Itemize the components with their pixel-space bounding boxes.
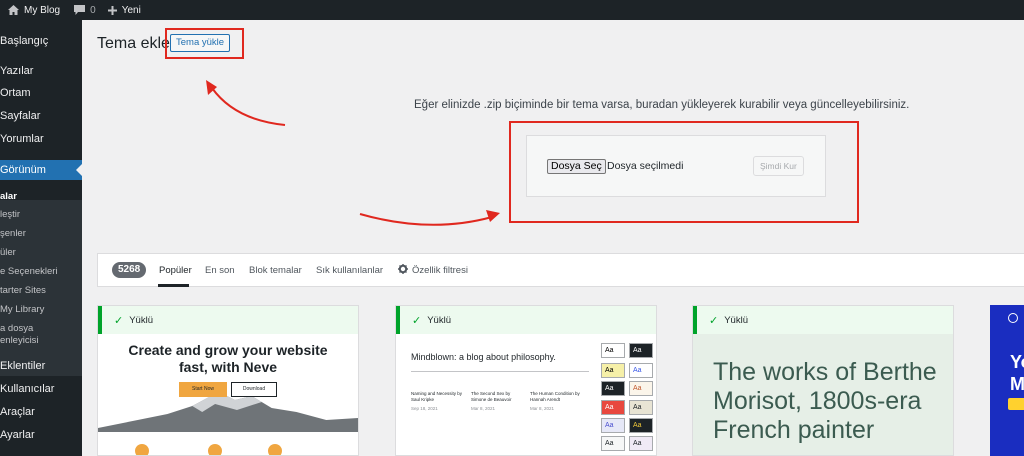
submenu-item-customize[interactable]: leştir	[0, 209, 82, 220]
headline-line: Ma	[1010, 374, 1024, 394]
installed-label: Yüklü	[129, 314, 153, 326]
comments-count: 0	[90, 4, 96, 16]
style-swatch: Aa	[629, 418, 653, 433]
preview-post-title: The Human Condition by Hannah Arendt	[530, 391, 580, 402]
theme-filter-bar: 5268 Popüler En son Blok temalar Sık kul…	[97, 253, 1024, 287]
site-name: My Blog	[24, 4, 61, 16]
menu-item-pages[interactable]: Sayfalar	[0, 110, 82, 122]
comments-link[interactable]: 0	[68, 0, 102, 20]
theme-card-astra[interactable]: Yo Ma	[990, 305, 1024, 456]
preview-post-date: Mar 8, 2021	[530, 406, 555, 411]
preview-post-date: Mar 8, 2021	[471, 406, 496, 411]
preview-start-button: Start Now	[179, 382, 227, 397]
theme-card-neve[interactable]: ✓ Yüklü Create and grow your website fas…	[97, 305, 359, 456]
home-icon	[8, 5, 19, 15]
logo-icon	[1008, 313, 1018, 323]
preview-post-title: Naming and Necessity by Saul Kripke	[411, 391, 463, 402]
tab-favorites[interactable]: Sık kullanılanlar	[316, 265, 383, 276]
admin-sidebar: Başlangıç Yazılar Ortam Sayfalar Yorumla…	[0, 20, 82, 456]
style-swatch: Aa	[629, 400, 653, 415]
theme-preview-headline: Yo Ma	[1010, 351, 1024, 395]
menu-item-comments[interactable]: Yorumlar	[0, 133, 82, 145]
style-swatch: Aa	[629, 343, 653, 358]
check-icon: ✓	[114, 314, 124, 327]
preview-cta-button	[1008, 398, 1024, 410]
mountain-image	[98, 392, 358, 436]
preview-feature-icon	[208, 444, 222, 455]
style-swatch: Aa	[629, 381, 653, 396]
installed-notice: ✓ Yüklü	[693, 306, 953, 334]
admin-bar: My Blog 0 Yeni	[0, 0, 1024, 20]
style-swatch: Aa	[601, 436, 625, 451]
style-swatch: Aa	[601, 400, 625, 415]
installed-notice: ✓ Yüklü	[396, 306, 656, 334]
installed-label: Yüklü	[724, 314, 748, 326]
menu-item-tools[interactable]: Araçlar	[0, 406, 82, 418]
submenu-item-theme-file-editor-2: enleyicisi	[0, 335, 39, 346]
submenu-item-theme-options[interactable]: e Seçenekleri	[0, 266, 82, 277]
theme-count-badge: 5268	[112, 262, 147, 278]
style-swatch: Aa	[601, 343, 625, 358]
submenu-item-widgets[interactable]: şenler	[0, 228, 82, 239]
new-label: Yeni	[121, 4, 141, 16]
preview-blog-title: Mindblown: a blog about philosophy.	[411, 352, 556, 362]
theme-card-mindblown[interactable]: ✓ Yüklü Mindblown: a blog about philosop…	[395, 305, 657, 456]
check-icon: ✓	[412, 314, 422, 327]
current-tab-indicator	[158, 284, 189, 287]
menu-item-appearance[interactable]: Görünüm	[0, 160, 82, 180]
menu-item-settings[interactable]: Ayarlar	[0, 429, 82, 441]
tab-popular[interactable]: Popüler	[159, 265, 192, 276]
theme-preview-headline: The works of Berthe Morisot, 1800s-era F…	[713, 358, 937, 444]
gear-icon	[398, 264, 408, 277]
feature-filter-button[interactable]: Özellik filtresi	[398, 264, 468, 277]
site-link[interactable]: My Blog	[2, 0, 66, 20]
installed-notice: ✓ Yüklü	[98, 306, 358, 334]
preview-feature-icon	[135, 444, 149, 455]
submenu-item-themes[interactable]: alar	[0, 191, 82, 202]
page-title: Tema ekle	[97, 35, 170, 52]
headline-line: Yo	[1010, 352, 1024, 372]
submenu-item-theme-file-editor[interactable]: a dosya	[0, 323, 82, 334]
preview-feature-icon	[268, 444, 282, 455]
theme-preview-headline: Create and grow your website fast, with …	[128, 342, 328, 375]
preview-post: Naming and Necessity by Saul Kripke Sep …	[411, 391, 466, 412]
plus-icon	[107, 5, 117, 15]
new-content-link[interactable]: Yeni	[102, 0, 147, 20]
upload-description: Eğer elinizde .zip biçiminde bir tema va…	[414, 99, 910, 111]
submenu-item-my-library[interactable]: My Library	[0, 304, 82, 315]
menu-item-posts[interactable]: Yazılar	[0, 65, 82, 77]
style-swatch: Aa	[601, 363, 625, 378]
check-icon: ✓	[709, 314, 719, 327]
annotation-box-upload-form	[509, 121, 859, 223]
installed-label: Yüklü	[427, 314, 451, 326]
feature-filter-label: Özellik filtresi	[412, 265, 468, 276]
preview-post-title: The Second Sex by Simone de Beauvoir	[471, 391, 512, 402]
annotation-box-upload-button	[165, 28, 244, 59]
tab-block-themes[interactable]: Blok temalar	[249, 265, 302, 276]
theme-card-berthe[interactable]: ✓ Yüklü The works of Berthe Morisot, 180…	[692, 305, 954, 456]
style-swatch: Aa	[601, 418, 625, 433]
submenu-item-menus[interactable]: üler	[0, 247, 82, 258]
preview-divider	[411, 371, 589, 372]
style-swatch: Aa	[629, 363, 653, 378]
menu-item-users[interactable]: Kullanıcılar	[0, 383, 82, 395]
current-menu-arrow	[76, 164, 82, 176]
menu-item-appearance-label: Görünüm	[0, 164, 46, 176]
menu-item-plugins[interactable]: Eklentiler	[0, 360, 82, 372]
preview-post: The Human Condition by Hannah Arendt Mar…	[530, 391, 585, 412]
submenu-item-starter-sites[interactable]: tarter Sites	[0, 285, 82, 296]
tab-latest[interactable]: En son	[205, 265, 235, 276]
style-swatch: Aa	[601, 381, 625, 396]
preview-download-button: Download	[231, 382, 277, 397]
preview-post: The Second Sex by Simone de Beauvoir Mar…	[471, 391, 526, 412]
menu-item-media[interactable]: Ortam	[0, 87, 82, 99]
menu-item-dashboard[interactable]: Başlangıç	[0, 35, 82, 47]
preview-post-date: Sep 18, 2021	[411, 406, 438, 411]
comment-icon	[74, 5, 86, 15]
style-swatch: Aa	[629, 436, 653, 451]
